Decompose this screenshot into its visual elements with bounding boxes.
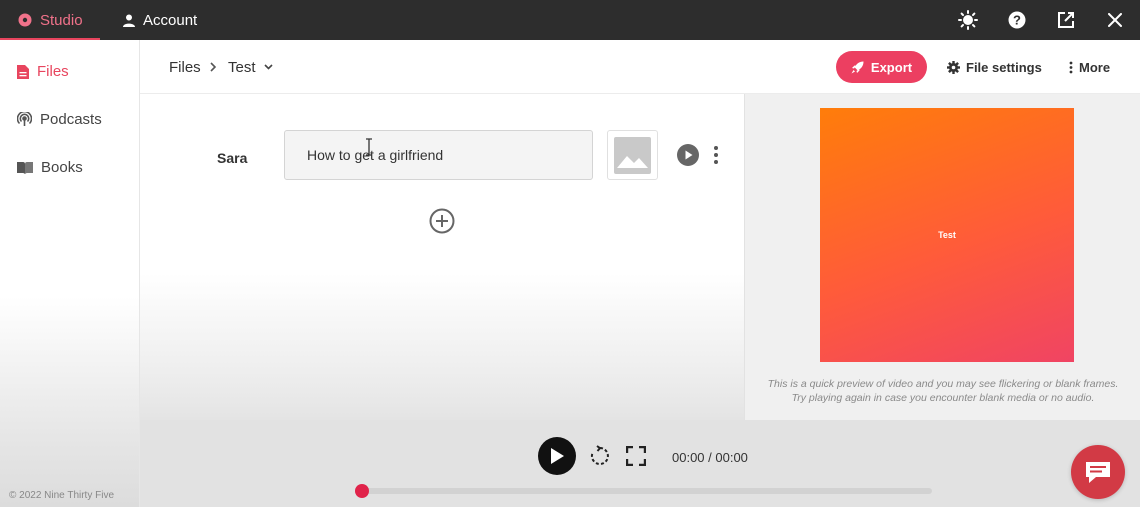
chevron-right-icon — [209, 40, 217, 94]
seek-handle[interactable] — [355, 484, 369, 498]
line-text-input[interactable] — [284, 130, 593, 180]
preview-note: This is a quick preview of video and you… — [745, 377, 1140, 405]
book-icon — [17, 162, 33, 174]
sidebar-item-label: Files — [37, 63, 69, 80]
speaker-name[interactable]: Sara — [217, 150, 247, 166]
tab-account[interactable]: Account — [123, 0, 197, 40]
chat-button[interactable] — [1071, 445, 1125, 499]
add-line-icon[interactable] — [429, 208, 455, 234]
rocket-icon — [851, 61, 864, 73]
play-line-icon[interactable] — [677, 144, 699, 166]
svg-text:?: ? — [1013, 13, 1021, 28]
file-icon — [17, 64, 29, 79]
gear-circle-icon — [18, 13, 32, 27]
image-icon — [614, 136, 651, 174]
export-button[interactable]: Export — [836, 51, 927, 83]
sidebar-item-books[interactable]: Books — [17, 159, 83, 176]
chat-icon — [1086, 462, 1110, 483]
line-options-icon[interactable] — [710, 144, 722, 166]
podcast-icon — [17, 112, 32, 126]
open-external-icon[interactable] — [1054, 8, 1078, 32]
tab-studio[interactable]: Studio — [18, 0, 83, 40]
play-button[interactable] — [538, 437, 576, 475]
text-cursor-icon — [366, 138, 372, 156]
playback-time: 00:00 / 00:00 — [672, 450, 748, 465]
sidebar-item-label: Books — [41, 159, 83, 176]
image-placeholder-button[interactable] — [607, 130, 658, 180]
more-label: More — [1079, 59, 1111, 75]
replay-icon[interactable] — [589, 445, 611, 467]
sidebar-item-label: Podcasts — [40, 111, 102, 128]
tab-account-label: Account — [143, 11, 198, 29]
fullscreen-icon[interactable] — [626, 446, 646, 466]
copyright-text: © 2022 Nine Thirty Five — [9, 490, 115, 501]
file-header: Files Test Export File settings More — [140, 40, 1140, 94]
more-vertical-icon — [1069, 61, 1073, 73]
preview-note-line: This is a quick preview of video and you… — [767, 378, 1119, 390]
player-bar: 00:00 / 00:00 — [140, 420, 1140, 507]
preview-card-title: Test — [938, 230, 956, 240]
preview-card: Test — [820, 108, 1074, 362]
sidebar-item-files[interactable]: Files — [17, 63, 69, 80]
help-icon[interactable]: ? — [1005, 8, 1029, 32]
preview-note-line: Try playing again in case you encounter … — [791, 392, 1095, 404]
script-editor: Sara — [140, 94, 744, 420]
breadcrumb-files[interactable]: Files — [169, 40, 201, 94]
seek-bar[interactable] — [355, 484, 932, 498]
user-icon — [123, 14, 135, 27]
tab-studio-label: Studio — [40, 11, 83, 29]
breadcrumb-current-file[interactable]: Test — [228, 40, 273, 94]
sidebar-item-podcasts[interactable]: Podcasts — [17, 111, 102, 128]
play-icon — [551, 448, 564, 464]
export-label: Export — [870, 59, 913, 75]
close-icon[interactable] — [1103, 8, 1127, 32]
top-bar: Studio Account ? — [0, 0, 1140, 40]
sidebar: Files Podcasts Books © 2022 Nine Thirty … — [0, 40, 140, 507]
sun-icon[interactable] — [956, 8, 980, 32]
video-preview-panel: Test This is a quick preview of video an… — [744, 94, 1140, 420]
breadcrumb-file-label: Test — [228, 58, 256, 76]
gear-icon — [947, 60, 960, 74]
more-button[interactable]: More — [1069, 40, 1110, 94]
file-settings-label: File settings — [966, 59, 1042, 75]
file-settings-button[interactable]: File settings — [947, 40, 1042, 94]
chevron-down-icon — [263, 64, 273, 70]
